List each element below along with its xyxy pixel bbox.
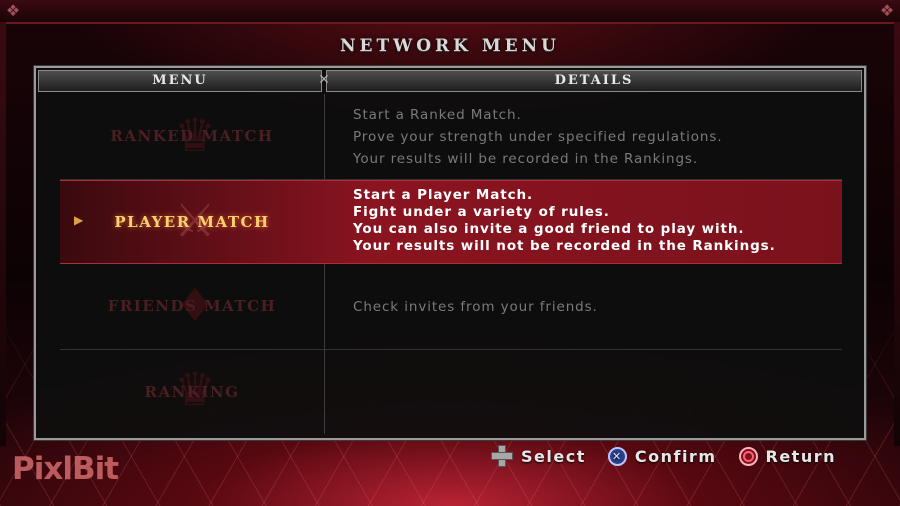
ornament-icon: ❖ (879, 1, 895, 20)
menu-item-friends-match[interactable]: ♦ FRIENDS MATCH Check invites from your … (60, 264, 842, 350)
knot-ornament-icon: ✕ (318, 72, 330, 88)
hint-return[interactable]: Return (738, 446, 837, 466)
item-details: Check invites from your friends. (353, 296, 843, 318)
hint-label: Confirm (634, 446, 717, 466)
detail-line: Your results will not be recorded in the… (353, 238, 776, 254)
menu-item-label: RANKING (144, 383, 240, 401)
detail-line: You can also invite a good friend to pla… (353, 221, 745, 237)
menu-item-label: PLAYER MATCH (114, 213, 270, 231)
hint-label: Select (521, 446, 586, 466)
hint-select[interactable]: Select (491, 445, 586, 467)
detail-line: Check invites from your friends. (353, 299, 598, 315)
screen-title: NETWORK MENU (339, 36, 560, 56)
dpad-icon (491, 445, 514, 467)
menu-item-label: FRIENDS MATCH (107, 297, 277, 315)
menu-column-header: MENU (38, 70, 322, 92)
menu-item-player-match[interactable]: ▶ ⚔ PLAYER MATCH Start a Player Match. F… (60, 180, 842, 264)
left-frame (0, 22, 6, 446)
detail-line: Start a Ranked Match. (353, 107, 522, 123)
menu-item-ranking[interactable]: ♛ RANKING (60, 350, 842, 434)
cross-button-icon: ✕ (607, 446, 627, 466)
detail-line: Prove your strength under specified regu… (353, 129, 723, 145)
hint-label: Return (765, 446, 836, 466)
detail-line: Start a Player Match. (353, 187, 534, 203)
button-hints: Select ✕ Confirm Return (491, 444, 836, 468)
circle-button-icon (738, 446, 758, 466)
details-column-header: DETAILS (326, 70, 862, 92)
ornament-icon: ❖ (5, 1, 21, 20)
item-details: Start a Ranked Match. Prove your strengt… (353, 104, 843, 170)
detail-line: Fight under a variety of rules. (353, 204, 610, 220)
hint-confirm[interactable]: ✕ Confirm (607, 446, 717, 466)
detail-line: Your results will be recorded in the Ran… (353, 151, 699, 167)
menu-item-ranked-match[interactable]: ♛ RANKED MATCH Start a Ranked Match. Pro… (60, 94, 842, 180)
top-frame: ❖ ❖ (0, 0, 900, 24)
right-frame (894, 22, 900, 446)
pixlbit-watermark: PixlBit (12, 451, 119, 487)
item-details: Start a Player Match. Fight under a vari… (353, 187, 843, 255)
network-menu-panel: MENU DETAILS ✕ ♛ RANKED MATCH Start a Ra… (33, 65, 867, 441)
menu-item-label: RANKED MATCH (110, 127, 274, 145)
